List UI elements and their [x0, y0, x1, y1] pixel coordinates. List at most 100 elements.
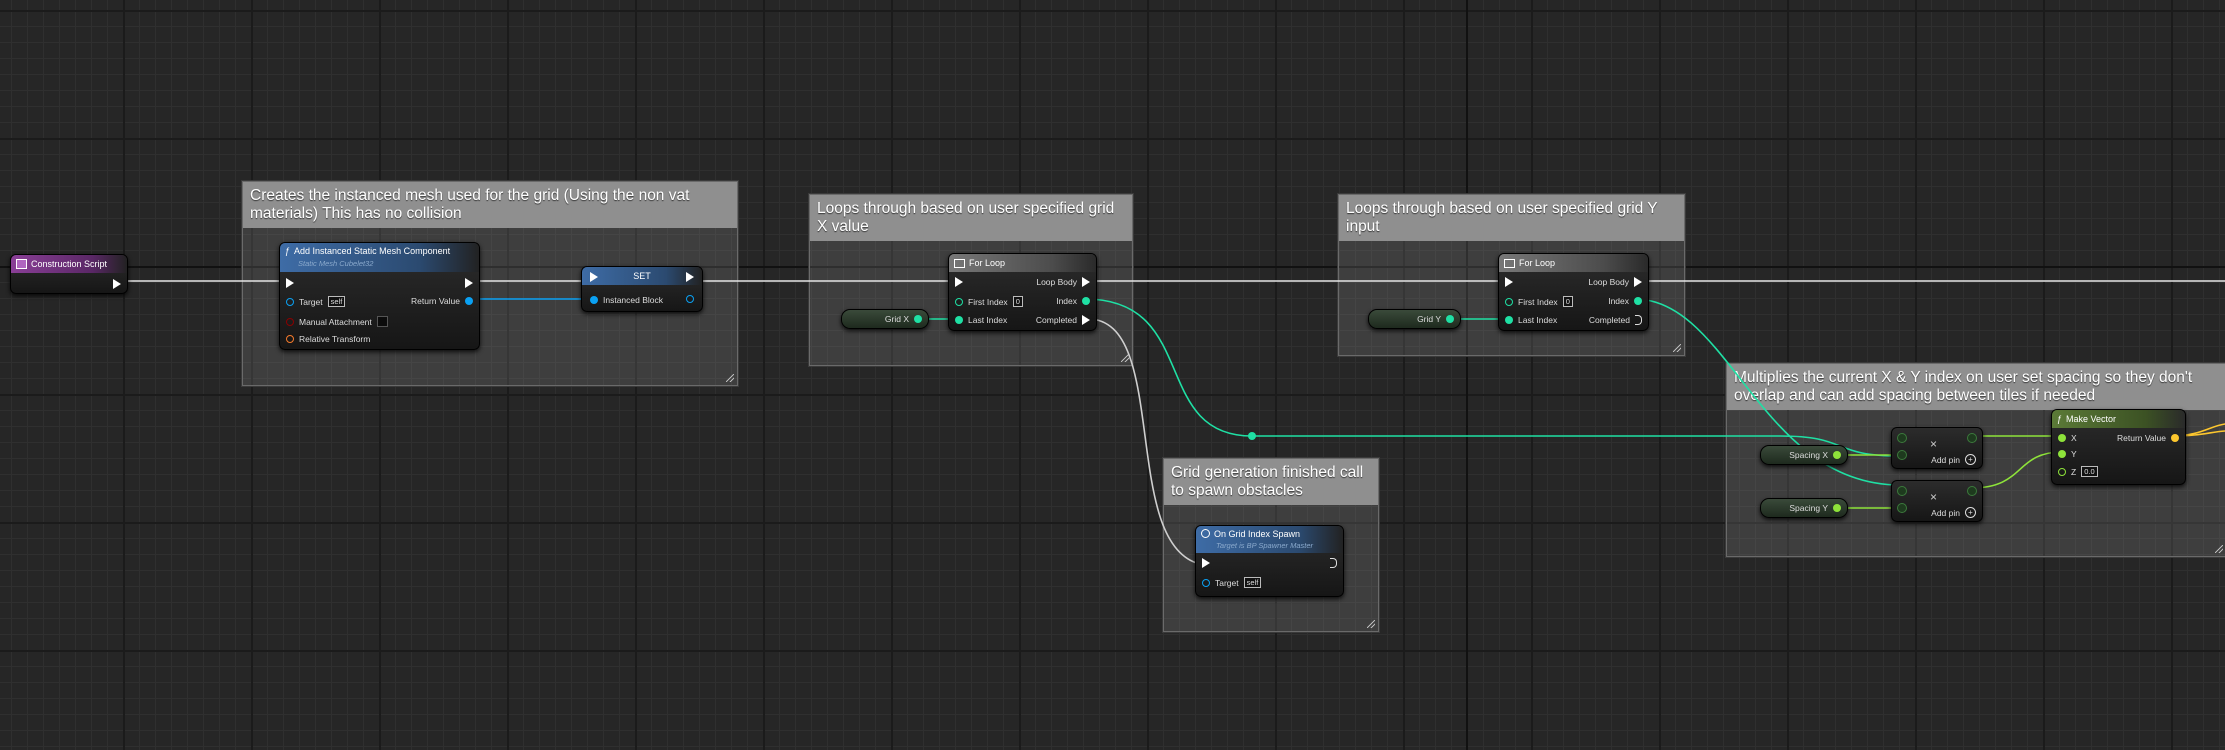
pin-label: Index	[1056, 296, 1077, 306]
event-icon	[1201, 529, 1210, 538]
for-loop-y-node[interactable]: For Loop Loop Body First Index 0 Index L…	[1498, 253, 1649, 331]
integer-input-pin-icon[interactable]	[1505, 297, 1513, 306]
float-input-pin-icon[interactable]	[1897, 450, 1907, 460]
target-value-field[interactable]: self	[1243, 577, 1262, 588]
exec-input-pin-icon[interactable]	[590, 272, 598, 282]
first-index-field[interactable]: 0	[1562, 296, 1573, 307]
pin-label: First Index	[968, 296, 1008, 307]
float-output-pin-icon[interactable]	[1833, 504, 1841, 512]
for-loop-x-node[interactable]: For Loop Loop Body First Index 0 Index L…	[948, 253, 1097, 331]
macro-icon	[1504, 258, 1515, 268]
integer-input-pin-icon[interactable]	[955, 297, 963, 306]
exec-output-pin-icon[interactable]	[1082, 315, 1090, 325]
manual-attachment-checkbox[interactable]	[376, 316, 388, 327]
float-output-pin-icon[interactable]	[1967, 433, 1977, 443]
z-value-field[interactable]: 0.0	[2081, 466, 2098, 477]
node-title: For Loop	[1519, 258, 1556, 268]
variable-label: Grid X	[884, 314, 909, 324]
float-input-pin-icon[interactable]	[1897, 503, 1907, 513]
grid-x-variable-node[interactable]: Grid X	[841, 309, 929, 329]
exec-output-pin-icon[interactable]	[465, 278, 473, 288]
spacing-x-variable-node[interactable]: Spacing X	[1760, 445, 1848, 465]
on-grid-index-spawn-node[interactable]: On Grid Index Spawn Target is BP Spawner…	[1195, 525, 1344, 597]
add-pin-label[interactable]: Add pin	[1931, 455, 1960, 465]
pin-label: Z	[2071, 466, 2077, 477]
node-title: For Loop	[969, 258, 1006, 268]
node-title: SET	[633, 271, 651, 281]
exec-output-pin-icon[interactable]	[1634, 277, 1642, 287]
add-instanced-static-mesh-node[interactable]: ƒ Add Instanced Static Mesh Component St…	[279, 242, 480, 350]
object-output-pin-icon[interactable]	[465, 297, 473, 305]
pin-label: Return Value	[2117, 433, 2166, 443]
transform-input-pin-icon[interactable]	[286, 335, 294, 343]
exec-output-pin-icon[interactable]	[1082, 277, 1090, 287]
add-pin-plus-icon[interactable]: +	[1965, 454, 1976, 465]
node-header[interactable]: ƒ Make Vector	[2052, 410, 2185, 428]
multiply-icon: ×	[1930, 437, 1938, 451]
exec-output-pin-icon[interactable]	[113, 279, 121, 289]
object-output-pin-icon[interactable]	[686, 295, 694, 303]
node-title: Add Instanced Static Mesh Component	[294, 246, 451, 256]
exec-input-pin-icon[interactable]	[1505, 277, 1513, 287]
exec-input-pin-icon[interactable]	[1202, 558, 1210, 568]
float-output-pin-icon[interactable]	[1967, 486, 1977, 496]
pin-label: Last Index	[1518, 315, 1558, 325]
pin-label: Target	[299, 296, 323, 307]
float-output-pin-icon[interactable]	[1833, 451, 1841, 459]
pin-label: Last Index	[968, 315, 1008, 325]
integer-output-pin-icon[interactable]	[1634, 297, 1642, 305]
exec-output-pin-icon[interactable]	[686, 272, 694, 282]
pin-label: Manual Attachment	[299, 316, 372, 327]
exec-output-pin-icon[interactable]	[1330, 558, 1337, 568]
exec-input-pin-icon[interactable]	[286, 278, 294, 288]
spacing-y-variable-node[interactable]: Spacing Y	[1760, 498, 1848, 518]
integer-output-pin-icon[interactable]	[914, 315, 922, 323]
pin-label: Target	[1215, 577, 1239, 588]
multiply-node-y[interactable]: × Add pin +	[1891, 480, 1983, 522]
first-index-field[interactable]: 0	[1012, 296, 1023, 307]
pin-label: Instanced Block	[603, 295, 664, 305]
float-input-pin-icon[interactable]	[1897, 433, 1907, 443]
node-header[interactable]: For Loop	[949, 254, 1096, 272]
float-input-pin-icon[interactable]	[2058, 467, 2066, 476]
exec-input-pin-icon[interactable]	[955, 277, 963, 287]
object-input-pin-icon[interactable]	[1202, 578, 1210, 587]
object-input-pin-icon[interactable]	[590, 296, 598, 304]
integer-input-pin-icon[interactable]	[1505, 316, 1513, 324]
float-input-pin-icon[interactable]	[2058, 434, 2066, 442]
object-input-pin-icon[interactable]	[286, 297, 294, 306]
grid-y-variable-node[interactable]: Grid Y	[1368, 309, 1461, 329]
pin-label: Relative Transform	[299, 334, 371, 344]
pin-label: Loop Body	[1036, 277, 1077, 287]
variable-label: Grid Y	[1417, 314, 1441, 324]
pin-label: Index	[1608, 296, 1629, 306]
pin-label: Completed	[1035, 315, 1077, 325]
function-icon	[16, 259, 27, 269]
set-node[interactable]: SET Instanced Block	[581, 266, 703, 312]
pin-label: Loop Body	[1588, 277, 1629, 287]
integer-output-pin-icon[interactable]	[1082, 297, 1090, 305]
integer-output-pin-icon[interactable]	[1446, 315, 1454, 323]
node-header[interactable]: For Loop	[1499, 254, 1648, 272]
target-value-field[interactable]: self	[327, 296, 346, 307]
float-input-pin-icon[interactable]	[1897, 486, 1907, 496]
node-header[interactable]: SET	[582, 267, 702, 285]
node-subtitle: Target is BP Spawner Master	[1216, 541, 1313, 550]
make-vector-node[interactable]: ƒ Make Vector X Return Value Y Z 0.0	[2051, 409, 2186, 485]
pin-label: Y	[2071, 449, 2077, 459]
integer-input-pin-icon[interactable]	[955, 316, 963, 324]
multiply-node-x[interactable]: × Add pin +	[1891, 427, 1983, 469]
macro-icon	[954, 258, 965, 268]
bool-input-pin-icon[interactable]	[286, 317, 294, 326]
add-pin-label[interactable]: Add pin	[1931, 508, 1960, 518]
construction-script-node[interactable]: Construction Script	[10, 254, 128, 294]
exec-output-pin-icon[interactable]	[1635, 315, 1642, 325]
variable-label: Spacing Y	[1789, 503, 1828, 513]
float-input-pin-icon[interactable]	[2058, 450, 2066, 458]
variable-label: Spacing X	[1789, 450, 1828, 460]
vector-output-pin-icon[interactable]	[2171, 434, 2179, 442]
node-header[interactable]: Construction Script	[11, 255, 127, 273]
pin-label: X	[2071, 433, 2077, 443]
function-icon: ƒ	[285, 246, 291, 256]
add-pin-plus-icon[interactable]: +	[1965, 507, 1976, 518]
